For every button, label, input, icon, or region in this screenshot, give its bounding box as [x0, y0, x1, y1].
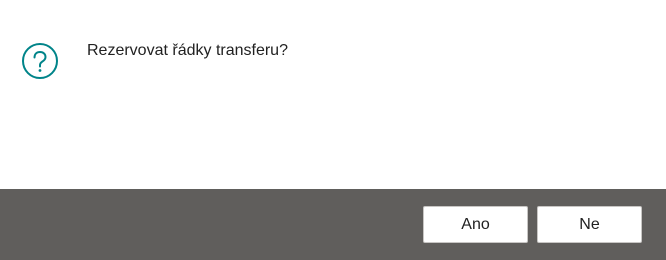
- confirm-dialog: Rezervovat řádky transferu? Ano Ne: [0, 0, 666, 260]
- dialog-footer: Ano Ne: [0, 189, 666, 260]
- no-button[interactable]: Ne: [537, 206, 642, 243]
- dialog-content: Rezervovat řádky transferu?: [0, 0, 666, 189]
- yes-button[interactable]: Ano: [423, 206, 528, 243]
- dialog-message: Rezervovat řádky transferu?: [87, 42, 288, 59]
- question-circle-icon: [21, 42, 59, 80]
